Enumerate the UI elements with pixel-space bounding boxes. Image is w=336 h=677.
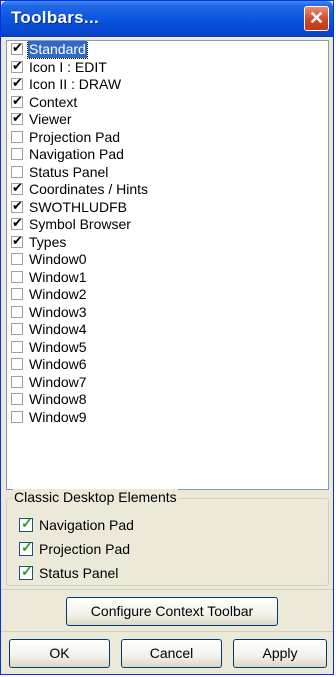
- checkbox[interactable]: [11, 180, 23, 196]
- classic-item-label: Navigation Pad: [39, 517, 134, 533]
- toolbar-label: Standard: [27, 41, 88, 59]
- checkbox[interactable]: [11, 233, 23, 249]
- window-title: Toolbars...: [11, 8, 99, 27]
- checkbox[interactable]: [11, 41, 23, 56]
- toolbar-label: Window3: [29, 303, 87, 320]
- toolbar-list-item[interactable]: Context: [7, 93, 328, 112]
- configure-context-toolbar-button[interactable]: Configure Context Toolbar: [66, 597, 278, 626]
- checkbox[interactable]: [11, 270, 23, 283]
- toolbar-label: Icon II : DRAW: [29, 76, 122, 92]
- cancel-button[interactable]: Cancel: [121, 639, 222, 668]
- toolbar-list-item[interactable]: Window7: [7, 374, 328, 392]
- checkbox[interactable]: [11, 215, 23, 231]
- checkbox[interactable]: [11, 340, 23, 353]
- checkbox[interactable]: [19, 515, 33, 532]
- checkbox[interactable]: [11, 393, 23, 405]
- toolbar-list-item[interactable]: Navigation Pad: [7, 146, 328, 164]
- divider: [1, 631, 333, 632]
- classic-desktop-label: Classic Desktop Elements: [13, 489, 178, 505]
- toolbar-list-item[interactable]: Types: [7, 233, 328, 252]
- toolbar-list-item[interactable]: SWOTHLUDFB: [7, 198, 328, 217]
- checkbox[interactable]: [11, 305, 23, 318]
- toolbar-label: Icon I : EDIT: [29, 58, 107, 75]
- toolbars-dialog: Toolbars... ✕ StandardIcon I : EDITIcon …: [0, 0, 334, 675]
- toolbar-label: Coordinates / Hints: [29, 181, 149, 197]
- toolbar-label: Window4: [29, 321, 87, 337]
- toolbar-label: Types: [29, 233, 67, 250]
- toolbar-list-item[interactable]: Icon II : DRAW: [7, 75, 328, 94]
- toolbar-label: SWOTHLUDFB: [29, 198, 127, 215]
- toolbar-list-item[interactable]: Window2: [7, 286, 328, 304]
- toolbar-list-item[interactable]: Projection Pad: [7, 129, 328, 147]
- classic-item-label: Status Panel: [39, 565, 119, 581]
- toolbar-label: Window1: [29, 268, 87, 285]
- toolbar-list-item[interactable]: Window4: [7, 321, 328, 339]
- toolbar-list-item[interactable]: Viewer: [7, 110, 328, 129]
- toolbar-label: Window2: [29, 286, 87, 302]
- checkbox[interactable]: [11, 288, 23, 300]
- close-icon: ✕: [308, 8, 325, 28]
- checkbox[interactable]: [11, 130, 23, 143]
- checkbox[interactable]: [11, 375, 23, 388]
- title-bar[interactable]: Toolbars... ✕: [1, 1, 333, 37]
- toolbar-label: Window9: [29, 408, 87, 425]
- checkbox[interactable]: [19, 563, 33, 580]
- toolbar-label: Navigation Pad: [29, 146, 124, 162]
- apply-button[interactable]: Apply: [233, 639, 327, 668]
- checkbox[interactable]: [11, 165, 23, 178]
- divider: [1, 589, 333, 590]
- checkbox[interactable]: [11, 358, 23, 370]
- toolbar-list-item[interactable]: Icon I : EDIT: [7, 58, 328, 77]
- toolbar-list-item[interactable]: Status Panel: [7, 164, 328, 182]
- ok-button[interactable]: OK: [9, 639, 110, 668]
- toolbar-label: Projection Pad: [29, 128, 121, 145]
- toolbar-label: Window7: [29, 373, 87, 390]
- toolbar-list-item[interactable]: Window3: [7, 304, 328, 322]
- toolbar-label: Viewer: [29, 111, 72, 127]
- toolbar-label: Window8: [29, 391, 87, 407]
- checkbox[interactable]: [11, 323, 23, 335]
- checkbox[interactable]: [19, 539, 33, 556]
- toolbar-list-item[interactable]: Symbol Browser: [7, 215, 328, 234]
- checkbox[interactable]: [11, 110, 23, 126]
- checkbox[interactable]: [11, 148, 23, 160]
- toolbar-label: Window0: [29, 251, 87, 267]
- toolbar-label: Symbol Browser: [29, 216, 131, 232]
- toolbar-list-item[interactable]: Standard: [7, 41, 328, 59]
- toolbar-list-item[interactable]: Window0: [7, 251, 328, 269]
- toolbar-list-item[interactable]: Window5: [7, 339, 328, 357]
- toolbar-list-item[interactable]: Window1: [7, 269, 328, 287]
- checkbox[interactable]: [11, 58, 23, 74]
- toolbar-label: Status Panel: [29, 163, 109, 180]
- classic-item-label: Projection Pad: [39, 541, 131, 557]
- checkbox[interactable]: [11, 75, 23, 91]
- toolbar-label: Context: [29, 93, 78, 110]
- toolbar-list-item[interactable]: Window6: [7, 356, 328, 374]
- toolbar-list-item[interactable]: Window8: [7, 391, 328, 409]
- toolbar-label: Window5: [29, 338, 87, 355]
- checkbox[interactable]: [11, 253, 23, 265]
- toolbar-list-item[interactable]: Coordinates / Hints: [7, 180, 328, 199]
- toolbar-list-item[interactable]: Window9: [7, 409, 328, 427]
- toolbar-list[interactable]: StandardIcon I : EDITIcon II : DRAWConte…: [6, 40, 329, 490]
- close-button[interactable]: ✕: [304, 6, 329, 31]
- checkbox[interactable]: [11, 198, 23, 214]
- checkbox[interactable]: [11, 93, 23, 109]
- checkbox[interactable]: [11, 410, 23, 423]
- toolbar-label: Window6: [29, 356, 87, 372]
